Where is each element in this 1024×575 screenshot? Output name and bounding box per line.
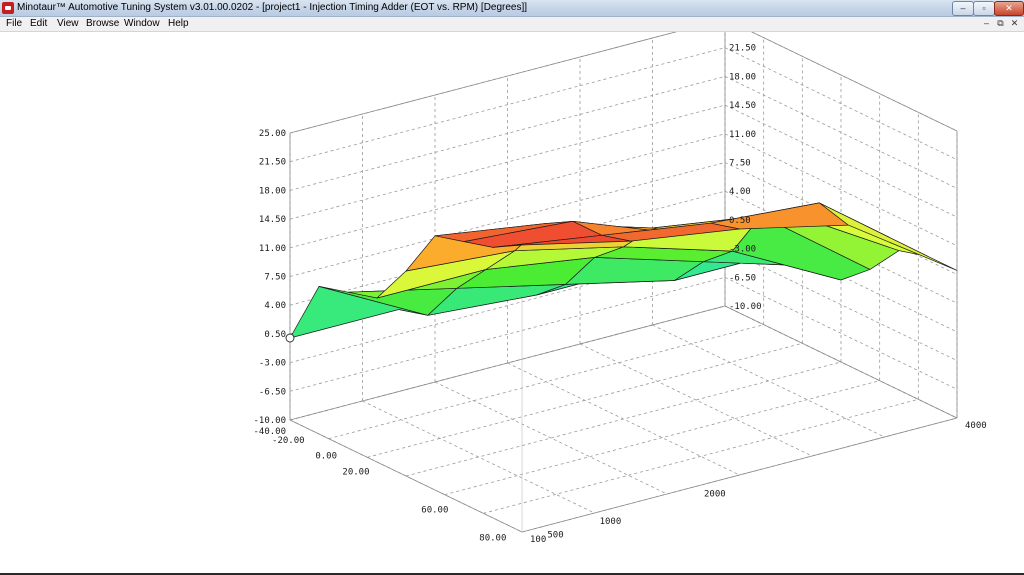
- back-wall-gridline: [751, 32, 958, 132]
- title-bar: Minotaur™ Automotive Tuning System v3.01…: [0, 0, 1024, 17]
- axis-box-edge: [289, 305, 726, 421]
- rpm-tick-label: 100: [530, 535, 546, 545]
- axis-box-edge: [724, 305, 958, 419]
- eot-tick-label: 80.00: [479, 533, 506, 543]
- axis-box-edge: [751, 32, 958, 132]
- back-wall-gridline: [289, 32, 677, 134]
- rpm-tick-label: 2000: [704, 489, 726, 499]
- z-tick-label-left: 11.00: [259, 244, 286, 254]
- z-tick-label-right: 11.00: [729, 130, 756, 140]
- z-tick-label-left: 4.00: [264, 301, 286, 311]
- z-tick-label-right: 18.00: [729, 72, 756, 82]
- axis-box-edge: [289, 32, 677, 134]
- z-tick-label-right: -10.00: [729, 302, 762, 312]
- z-tick-label-right: 4.00: [729, 187, 751, 197]
- eot-tick-label: 60.00: [421, 505, 448, 515]
- z-tick-label-right: -3.00: [729, 245, 756, 255]
- menu-window[interactable]: Window: [124, 17, 160, 31]
- menu-help[interactable]: Help: [168, 17, 189, 31]
- minimize-button[interactable]: –: [952, 1, 974, 16]
- z-tick-label-left: 25.00: [259, 129, 286, 139]
- window-title: Minotaur™ Automotive Tuning System v3.01…: [17, 2, 528, 13]
- z-tick-label-left: 7.50: [264, 273, 286, 283]
- z-tick-label-left: -10.00: [253, 416, 286, 426]
- z-tick-label-left: 0.50: [264, 330, 286, 340]
- eot-tick-label: 0.00: [315, 452, 337, 462]
- z-tick-label-left: 21.50: [259, 158, 286, 168]
- rpm-tick-label: 500: [547, 530, 563, 540]
- maximize-button[interactable]: ▫: [973, 1, 995, 16]
- z-tick-label-right: -6.50: [729, 273, 756, 283]
- z-tick-label-left: 18.00: [259, 186, 286, 196]
- floor-gridline: [507, 362, 740, 476]
- menu-edit[interactable]: Edit: [30, 17, 47, 31]
- menu-view[interactable]: View: [57, 17, 79, 31]
- origin-marker: [285, 333, 295, 343]
- menu-file[interactable]: File: [6, 17, 22, 31]
- floor-gridline: [652, 324, 885, 438]
- close-button[interactable]: ✕: [994, 1, 1024, 16]
- axis-box-edge: [289, 419, 523, 533]
- rpm-tick-label: 4000: [965, 421, 987, 431]
- floor-gridline: [434, 381, 668, 495]
- z-tick-label-left: 14.50: [259, 215, 286, 225]
- z-tick-label-left: -6.50: [259, 387, 286, 397]
- rpm-tick-label: 1000: [600, 517, 622, 527]
- z-tick-label-right: 0.50: [729, 216, 751, 226]
- z-tick-label-left: -3.00: [259, 359, 286, 369]
- menu-bar: File Edit View Browse Window Help – ⧉ ✕: [0, 17, 1024, 32]
- mdi-close-button[interactable]: ✕: [1008, 18, 1021, 29]
- mdi-minimize-button[interactable]: –: [980, 18, 993, 29]
- axis-box-edge: [521, 417, 958, 533]
- surface-chart[interactable]: 25.0025.0021.5021.5018.0018.0014.5014.50…: [0, 32, 1024, 573]
- menu-browse[interactable]: Browse: [86, 17, 119, 31]
- floor-gridline: [579, 343, 813, 457]
- eot-tick-label: 20.00: [342, 467, 369, 477]
- z-tick-label-right: 7.50: [729, 159, 751, 169]
- z-tick-label-right: 14.50: [729, 101, 756, 111]
- z-tick-label-right: 21.50: [729, 44, 756, 54]
- floor-gridline: [483, 398, 919, 514]
- mdi-restore-button[interactable]: ⧉: [994, 18, 1007, 29]
- floor-gridline: [444, 380, 880, 496]
- eot-tick-label: -20.00: [272, 436, 305, 446]
- app-logo-icon: [2, 2, 14, 14]
